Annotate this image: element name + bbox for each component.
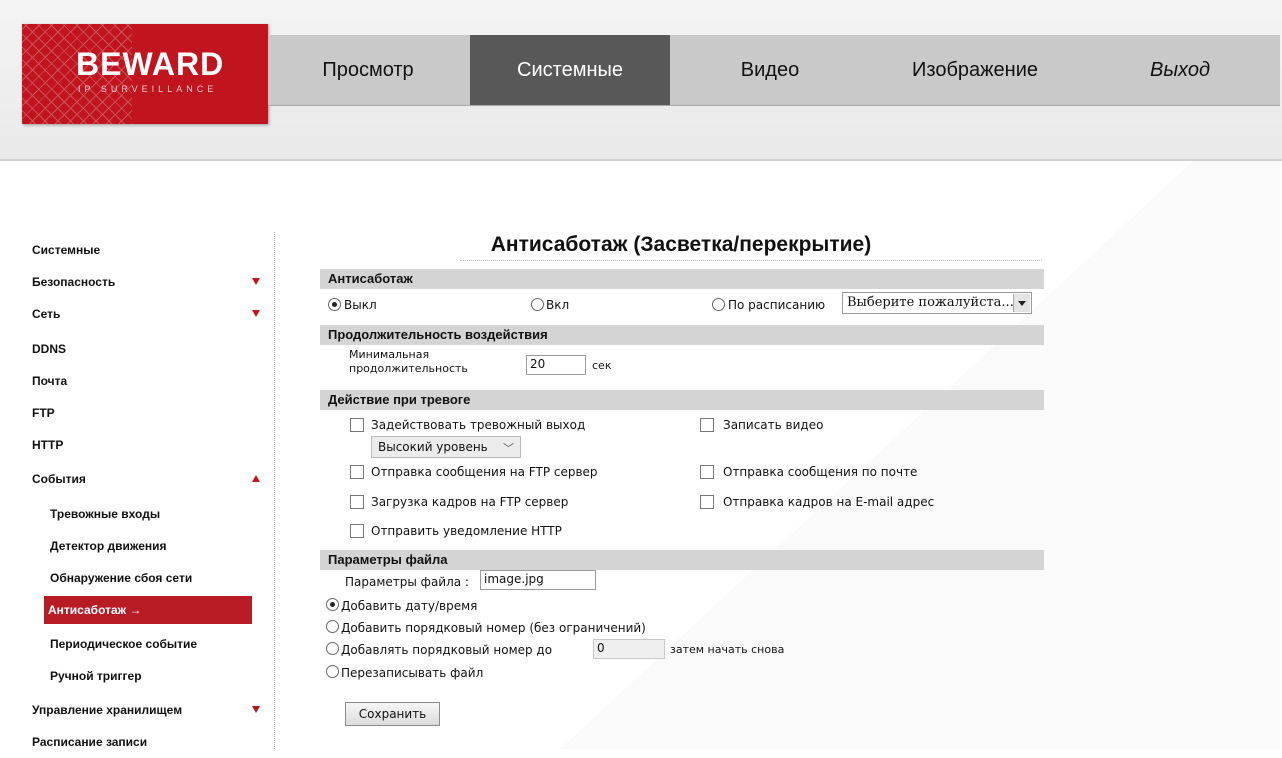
tab-logout[interactable]: Выход <box>1080 35 1280 105</box>
dropdown-arrow-icon[interactable] <box>1013 294 1030 312</box>
sidebar-item-antisabotage[interactable]: Антисаботаж → <box>44 596 252 624</box>
ftp-message-label: Отправка сообщения на FTP сервер <box>371 465 598 479</box>
page-title: Антисаботаж (Засветка/перекрытие) <box>490 233 872 256</box>
sidebar-item-system[interactable]: Системные <box>32 234 260 266</box>
tab-video[interactable]: Видео <box>670 35 870 105</box>
arrow-right-icon: → <box>129 603 142 617</box>
radio-off[interactable] <box>328 298 341 311</box>
background-watermark <box>560 80 1280 749</box>
sidebar-item-label: Антисаботаж <box>48 603 127 617</box>
sidebar-item-network[interactable]: Сеть <box>32 298 260 330</box>
ftp-upload-checkbox[interactable] <box>350 495 364 509</box>
seq-then-label: затем начать снова <box>670 643 785 656</box>
sidebar-item-motion-detector[interactable]: Детектор движения <box>50 530 250 562</box>
top-navigation: Просмотр Системные Видео Изображение Вых… <box>268 35 1280 106</box>
seq-unlimited-label: Добавить порядковый номер (без ограничен… <box>341 621 646 635</box>
tab-view[interactable]: Просмотр <box>268 35 468 105</box>
header-divider <box>0 159 1282 161</box>
logo-brand: BEWARD <box>76 46 225 82</box>
sidebar-item-network-failure[interactable]: Обнаружение сбоя сети <box>50 562 250 594</box>
chevron-down-icon: ﹀ <box>503 442 514 455</box>
level-select-value: Высокий уровень <box>378 440 488 454</box>
record-video-checkbox[interactable] <box>700 418 714 432</box>
expand-arrow-icon <box>252 278 260 285</box>
section-header-duration: Продолжительность воздействия <box>320 325 1044 345</box>
radio-add-datetime[interactable] <box>326 598 339 611</box>
sidebar-item-storage[interactable]: Управление хранилищем <box>32 694 260 726</box>
sidebar-item-label: Управление хранилищем <box>32 703 183 717</box>
alarm-output-label: Задействовать тревожный выход <box>371 418 586 432</box>
radio-schedule[interactable] <box>712 298 725 311</box>
email-message-label: Отправка сообщения по почте <box>723 465 918 479</box>
logo-tagline: IP SURVEILLANCE <box>78 84 218 94</box>
sidebar-item-events[interactable]: События <box>32 463 260 495</box>
radio-off-label: Выкл <box>344 298 377 312</box>
radio-on-label: Вкл <box>546 298 570 312</box>
filename-input[interactable]: image.jpg <box>480 570 596 590</box>
schedule-select-value: Выберите пожалуйста... <box>847 295 1014 310</box>
sidebar-item-manual-trigger[interactable]: Ручной триггер <box>50 660 250 692</box>
ftp-upload-label: Загрузка кадров на FTP сервер <box>371 495 569 509</box>
ftp-message-checkbox[interactable] <box>350 465 364 479</box>
section-header-file-params: Параметры файла <box>320 550 1044 570</box>
duration-unit: сек <box>592 359 612 372</box>
sidebar-item-alarm-inputs[interactable]: Тревожные входы <box>50 498 250 530</box>
min-duration-label-1: Минимальная <box>349 348 430 361</box>
section-header-alarm-action: Действие при тревоге <box>320 390 1044 410</box>
email-frames-label: Отправка кадров на E-mail адрес <box>723 495 935 509</box>
expand-arrow-icon <box>252 310 260 317</box>
save-button[interactable]: Сохранить <box>345 702 440 726</box>
min-duration-label-2: продолжительность <box>349 362 468 375</box>
radio-on[interactable] <box>531 298 544 311</box>
min-duration-input[interactable]: 20 <box>526 355 586 375</box>
sidebar-item-ftp[interactable]: FTP <box>32 397 260 429</box>
level-select[interactable]: Высокий уровень ﹀ <box>371 436 521 458</box>
add-datetime-label: Добавить дату/время <box>341 599 478 613</box>
expand-arrow-icon <box>252 706 260 713</box>
radio-seq-unlimited[interactable] <box>326 620 339 633</box>
email-frames-checkbox[interactable] <box>700 495 714 509</box>
sidebar-item-record-schedule[interactable]: Расписание записи <box>32 726 260 758</box>
section-header-antisabotage: Антисаботаж <box>320 269 1044 289</box>
sidebar-item-periodic-event[interactable]: Периодическое событие <box>50 628 250 660</box>
schedule-select[interactable]: Выберите пожалуйста... <box>842 292 1032 314</box>
seq-to-label: Добавлять порядковый номер до <box>341 643 553 657</box>
beward-logo: BEWARD IP SURVEILLANCE <box>22 24 268 124</box>
sidebar-item-mail[interactable]: Почта <box>32 365 260 397</box>
sidebar-divider <box>274 232 275 749</box>
collapse-arrow-icon <box>252 475 260 482</box>
title-underline <box>460 260 1042 261</box>
sidebar-item-label: Безопасность <box>32 275 116 289</box>
sidebar-item-security[interactable]: Безопасность <box>32 266 260 298</box>
record-video-label: Записать видео <box>723 418 824 432</box>
radio-schedule-label: По расписанию <box>728 298 826 312</box>
radio-seq-to[interactable] <box>326 642 339 655</box>
tab-image[interactable]: Изображение <box>870 35 1080 105</box>
http-notify-label: Отправить уведомление HTTP <box>371 524 562 538</box>
sidebar-item-label: Сеть <box>32 307 61 321</box>
email-message-checkbox[interactable] <box>700 465 714 479</box>
seq-to-input[interactable]: 0 <box>593 639 665 659</box>
tab-system[interactable]: Системные <box>470 35 670 105</box>
overwrite-label: Перезаписывать файл <box>341 666 484 680</box>
sidebar-item-label: События <box>32 472 86 486</box>
sidebar-item-ddns[interactable]: DDNS <box>32 333 260 365</box>
sidebar-item-http[interactable]: HTTP <box>32 429 260 461</box>
file-params-label: Параметры файла : <box>345 575 469 589</box>
http-notify-checkbox[interactable] <box>350 524 364 538</box>
radio-overwrite[interactable] <box>326 665 339 678</box>
alarm-output-checkbox[interactable] <box>350 418 364 432</box>
